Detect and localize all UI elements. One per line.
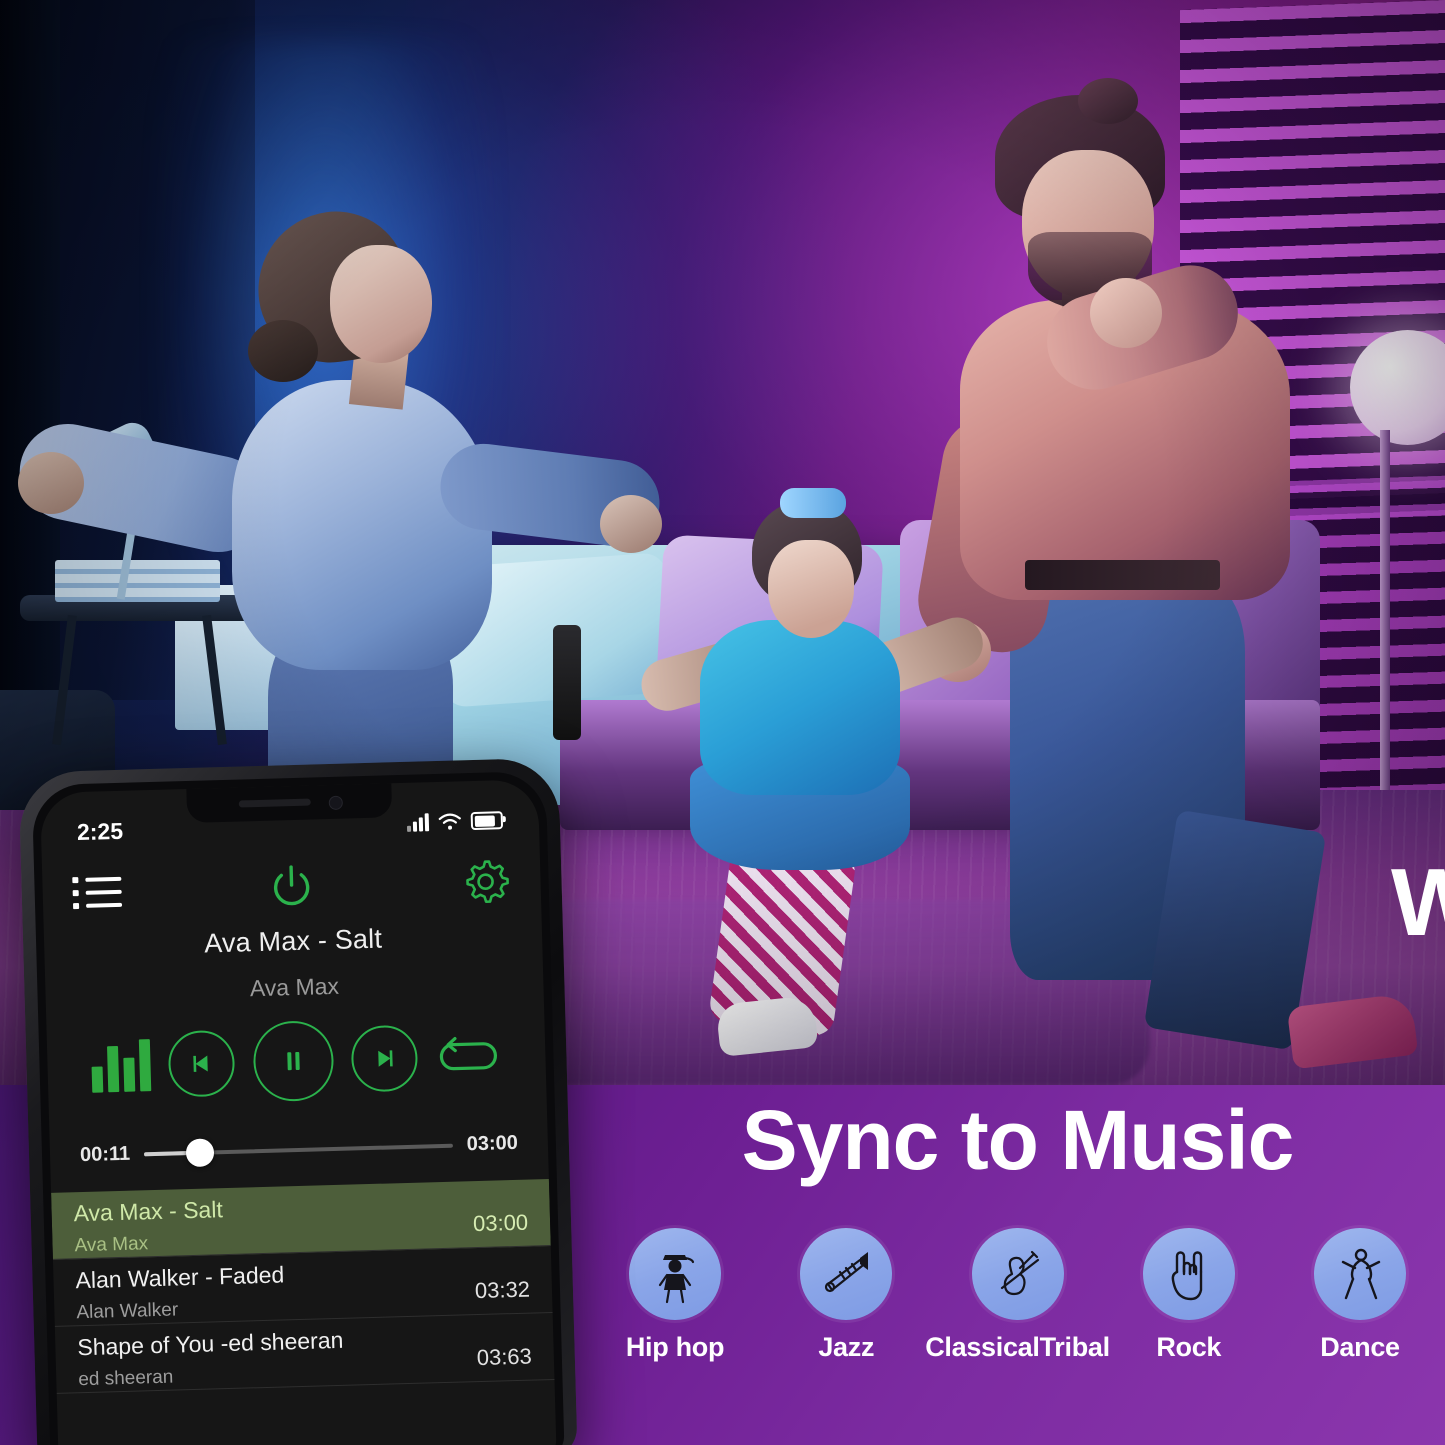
list-item-text: Shape of You -ed sheeran ed sheeran xyxy=(77,1327,345,1391)
dancer-icon xyxy=(1314,1228,1406,1320)
genre-item-dance[interactable]: Dance xyxy=(1281,1228,1439,1363)
next-track-icon[interactable] xyxy=(350,1024,419,1093)
genre-label: Rock xyxy=(1156,1332,1222,1362)
now-playing-title: Ava Max - Salt xyxy=(203,923,383,959)
pause-icon[interactable] xyxy=(251,1020,335,1103)
genre-label: Dance xyxy=(1320,1332,1400,1362)
player-controls xyxy=(46,1014,546,1108)
gear-icon[interactable] xyxy=(460,856,511,907)
genre-list: Hip hop Jazz ClassicalTribal Rock Dance xyxy=(590,1228,1445,1363)
cellular-signal-icon xyxy=(406,813,430,832)
seek-bar-handle[interactable] xyxy=(185,1137,215,1167)
track-artist: ed sheeran xyxy=(78,1366,174,1391)
trumpet-icon xyxy=(800,1228,893,1320)
seek-bar[interactable] xyxy=(144,1137,453,1167)
elapsed-time: 00:11 xyxy=(79,1142,131,1167)
phone-screen: 2:25 Ava Max - Salt Ava Max 00:11 03:00 … xyxy=(39,779,557,1445)
track-artist: Ava Max xyxy=(74,1233,149,1257)
track-title: Ava Max - Salt xyxy=(73,1196,224,1227)
earpiece-speaker xyxy=(238,798,311,808)
list-menu-icon[interactable] xyxy=(72,876,123,910)
rock-hand-icon xyxy=(1142,1228,1235,1320)
playlist[interactable]: Ava Max - Salt Ava Max 03:00 Alan Walker… xyxy=(51,1179,557,1445)
genre-item-classical-tribal[interactable]: ClassicalTribal xyxy=(925,1228,1110,1363)
banner-title: Sync to Music xyxy=(741,1093,1295,1187)
edge-letter-text: W xyxy=(1391,855,1445,951)
status-bar: 2:25 xyxy=(41,801,540,851)
equalizer-icon[interactable] xyxy=(91,1039,152,1093)
phone-bezel: 2:25 Ava Max - Salt Ava Max 00:11 03:00 … xyxy=(31,770,565,1445)
power-button-icon[interactable] xyxy=(264,860,317,913)
hiphop-dancer-icon xyxy=(629,1228,721,1320)
previous-track-icon[interactable] xyxy=(167,1029,236,1098)
repeat-icon[interactable] xyxy=(435,1029,502,1083)
genre-item-hip-hop[interactable]: Hip hop xyxy=(596,1228,754,1363)
track-title: Shape of You -ed sheeran xyxy=(77,1326,344,1361)
genre-label: Jazz xyxy=(818,1332,875,1362)
now-playing-artist: Ava Max xyxy=(249,972,340,1002)
status-time: 2:25 xyxy=(76,817,124,845)
status-indicators xyxy=(406,811,504,832)
smartphone-mockup: 2:25 Ava Max - Salt Ava Max 00:11 03:00 … xyxy=(18,757,578,1445)
track-artist: Alan Walker xyxy=(76,1299,179,1324)
product-lifestyle-image: W Sync to Music Hip hop Jazz ClassicalTr… xyxy=(0,0,1445,1445)
list-item-text: Ava Max - Salt Ava Max xyxy=(73,1196,224,1257)
list-item[interactable]: Shape of You -ed sheeran ed sheeran 03:6… xyxy=(54,1312,555,1394)
now-playing-info: Ava Max - Salt Ava Max xyxy=(44,919,544,1008)
genre-label: Hip hop xyxy=(625,1332,725,1362)
genre-item-rock[interactable]: Rock xyxy=(1110,1228,1268,1363)
track-title: Alan Walker - Faded xyxy=(75,1261,285,1294)
battery-full-icon xyxy=(470,811,504,831)
track-duration: 03:00 xyxy=(472,1209,529,1237)
genre-label: ClassicalTribal xyxy=(925,1332,1110,1362)
genre-item-jazz[interactable]: Jazz xyxy=(767,1228,925,1363)
list-item-text: Alan Walker - Faded Alan Walker xyxy=(75,1261,285,1324)
total-time: 03:00 xyxy=(466,1131,519,1156)
violin-icon xyxy=(971,1228,1064,1320)
track-duration: 03:32 xyxy=(474,1276,531,1304)
seek-bar-row: 00:11 03:00 xyxy=(50,1131,548,1168)
app-bar xyxy=(42,847,542,927)
track-duration: 03:63 xyxy=(476,1343,533,1371)
wifi-icon xyxy=(438,813,461,830)
